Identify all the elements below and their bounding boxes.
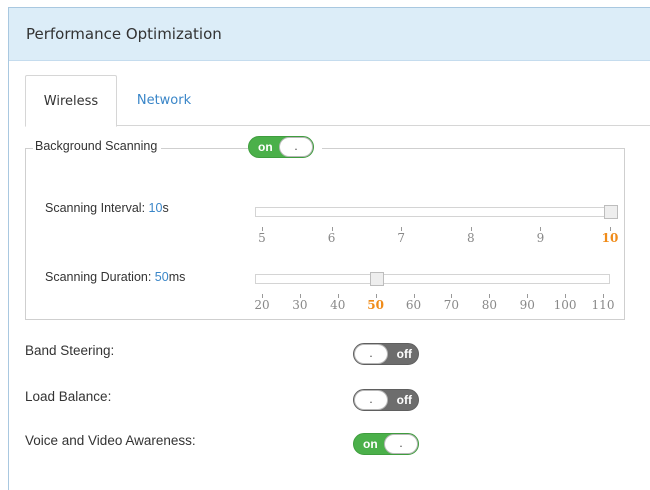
tick-label: 10	[601, 231, 619, 245]
voice-video-awareness-label: Voice and Video Awareness:	[25, 433, 196, 448]
load-balance-label: Load Balance:	[25, 389, 112, 404]
voice-video-awareness-toggle[interactable]: on .	[353, 433, 419, 455]
toggle-knob: .	[279, 137, 313, 157]
tick-label: 5	[258, 231, 266, 245]
tick-label: 100	[553, 298, 577, 312]
scanning-duration-label: Scanning Duration: 50ms	[45, 270, 186, 284]
tick-label: 110	[591, 298, 615, 312]
band-steering-toggle[interactable]: . off	[353, 343, 419, 365]
scanning-interval-value: 10	[148, 201, 163, 215]
toggle-knob: .	[384, 434, 418, 454]
tick-label: 60	[405, 298, 422, 312]
background-scanning-label: Background Scanning	[33, 139, 162, 153]
toggle-state-label: on	[363, 437, 378, 451]
tick-label: 8	[466, 231, 475, 245]
toggle-state-label: on	[258, 140, 273, 154]
tick-label: 20	[254, 298, 270, 312]
toggle-knob: .	[354, 390, 388, 410]
scanning-duration-slider[interactable]	[255, 272, 610, 286]
tick-label: 40	[330, 298, 346, 312]
tick-label: 80	[481, 298, 497, 312]
background-scanning-toggle[interactable]: on .	[248, 136, 314, 158]
tick-label: 70	[443, 298, 460, 312]
tab-network[interactable]: Network	[119, 75, 209, 125]
load-balance-toggle[interactable]: . off	[353, 389, 419, 411]
tick-label: 7	[397, 231, 406, 245]
tick-label: 9	[536, 231, 545, 245]
toggle-state-label: off	[396, 393, 412, 407]
panel-header: Performance Optimization	[9, 8, 650, 61]
tab-divider	[25, 125, 650, 126]
background-scanning-group: Background Scanning on . Scanning Interv…	[25, 136, 625, 320]
toggle-state-label: off	[396, 347, 412, 361]
panel-title: Performance Optimization	[26, 25, 222, 43]
toggle-knob: .	[354, 344, 388, 364]
tick-label: 90	[519, 298, 535, 312]
scanning-duration-slider-thumb[interactable]	[369, 272, 384, 286]
scanning-duration-value: 50	[154, 270, 169, 284]
tick-label: 30	[292, 298, 308, 312]
tick-label: 50	[367, 298, 385, 312]
scanning-interval-label: Scanning Interval: 10s	[45, 201, 169, 215]
tick-label: 6	[327, 231, 336, 245]
scanning-interval-slider[interactable]	[255, 205, 618, 219]
band-steering-label: Band Steering:	[25, 343, 115, 358]
tab-wireless[interactable]: Wireless	[25, 75, 117, 127]
scanning-interval-slider-thumb[interactable]	[604, 205, 618, 219]
performance-optimization-panel: Performance Optimization Wireless Networ…	[8, 7, 650, 490]
